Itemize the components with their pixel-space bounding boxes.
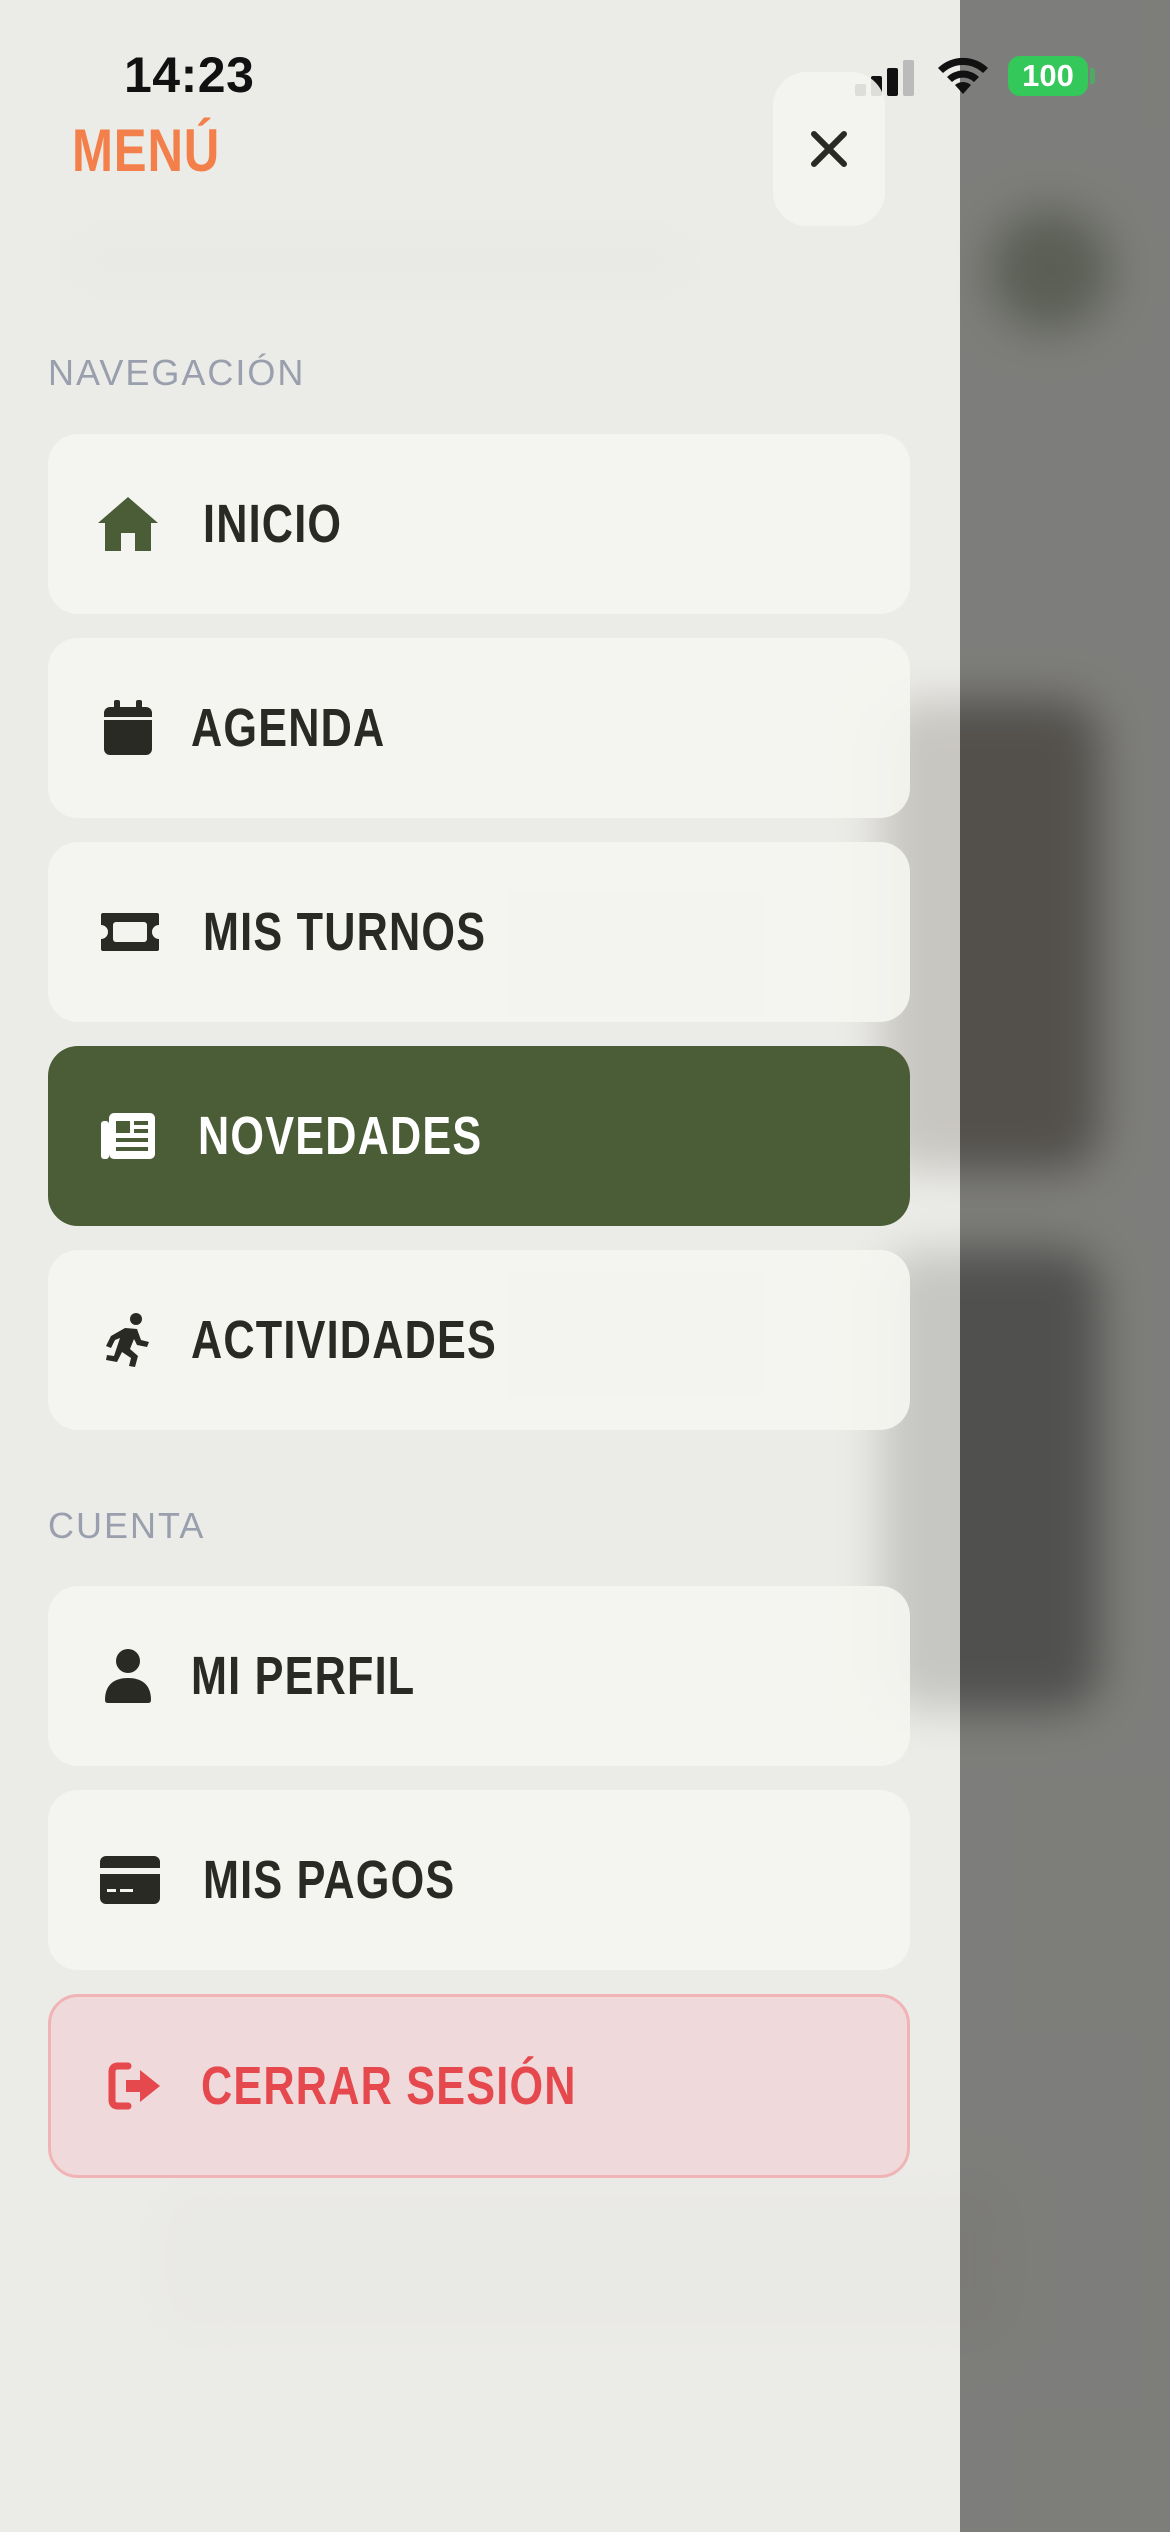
running-icon (93, 1305, 163, 1375)
menu-item-mis-turnos[interactable]: MIS TURNOS (48, 842, 910, 1022)
menu-item-label: MIS PAGOS (203, 1850, 456, 1910)
user-icon (93, 1641, 163, 1711)
menu-title: MENÚ (72, 117, 221, 184)
newspaper-icon (93, 1101, 163, 1171)
ticket-icon (95, 897, 165, 967)
menu-item-novedades[interactable]: NOVEDADES (48, 1046, 910, 1226)
calendar-icon (93, 693, 163, 763)
menu-item-label: ACTIVIDADES (191, 1310, 498, 1370)
close-button[interactable] (773, 72, 885, 226)
battery-nub (1090, 68, 1095, 84)
status-time: 14:23 (124, 47, 255, 103)
menu-item-actividades[interactable]: ACTIVIDADES (48, 1250, 910, 1430)
menu-item-label: INICIO (203, 494, 343, 554)
section-label-navigation: NAVEGACIÓN (48, 352, 306, 393)
close-icon (811, 131, 847, 167)
section-label-account: CUENTA (48, 1505, 206, 1546)
menu-item-label: MI PERFIL (191, 1646, 416, 1706)
menu-item-label: AGENDA (191, 698, 386, 758)
menu-item-inicio[interactable]: INICIO (48, 434, 910, 614)
logout-label: CERRAR SESIÓN (201, 2056, 577, 2116)
menu-item-agenda[interactable]: AGENDA (48, 638, 910, 818)
home-icon (93, 489, 163, 559)
menu-item-mis-pagos[interactable]: MIS PAGOS (48, 1790, 910, 1970)
battery-indicator: 100 (1008, 56, 1088, 96)
menu-item-label: NOVEDADES (198, 1106, 483, 1166)
logout-button[interactable]: CERRAR SESIÓN (48, 1994, 910, 2178)
menu-item-mi-perfil[interactable]: MI PERFIL (48, 1586, 910, 1766)
logout-icon (101, 2051, 171, 2121)
credit-card-icon (95, 1845, 165, 1915)
wifi-icon (938, 57, 988, 94)
menu-item-label: MIS TURNOS (203, 902, 487, 962)
